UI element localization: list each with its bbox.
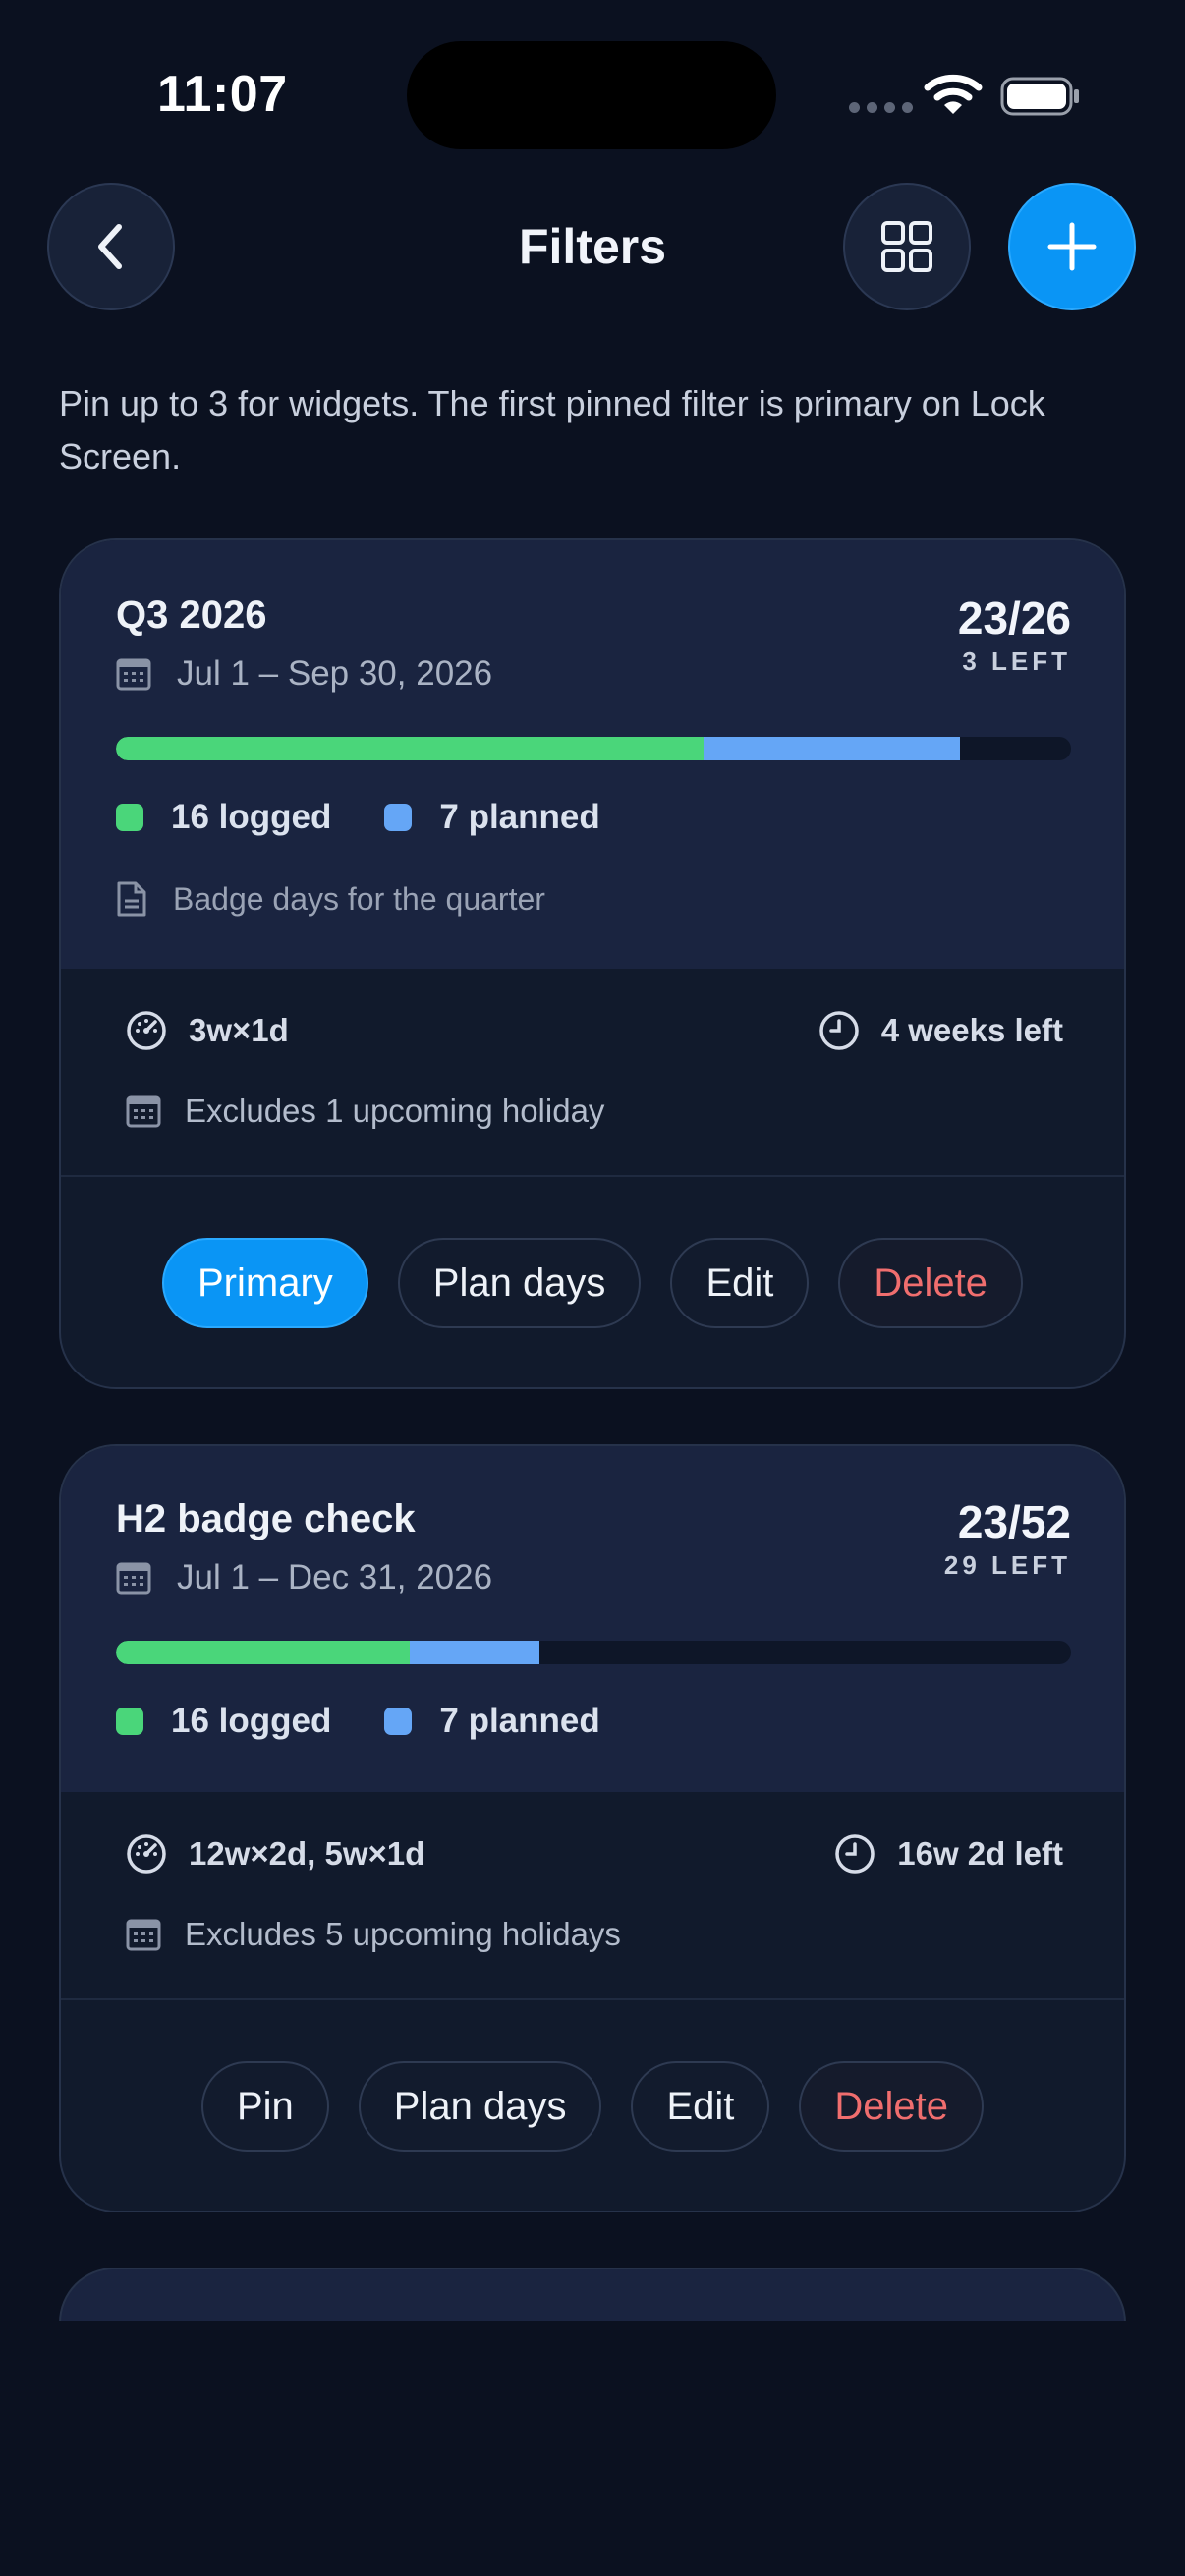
pace-row: 3w×1d 4 weeks left bbox=[126, 1010, 1063, 1051]
pace-row: 12w×2d, 5w×1d 16w 2d left bbox=[126, 1833, 1063, 1875]
add-filter-button[interactable] bbox=[1008, 183, 1136, 310]
planned-label: 7 planned bbox=[439, 1702, 600, 1740]
calendar-icon bbox=[126, 1094, 161, 1128]
logged-swatch bbox=[116, 1708, 143, 1735]
delete-button[interactable]: Delete bbox=[838, 1238, 1023, 1328]
battery-icon bbox=[1000, 77, 1081, 116]
date-range: Jul 1 – Sep 30, 2026 bbox=[177, 654, 493, 693]
date-range-row: Jul 1 – Dec 31, 2026 bbox=[116, 1558, 492, 1597]
delete-button[interactable]: Delete bbox=[799, 2061, 985, 2152]
planned-swatch bbox=[384, 1708, 413, 1735]
logged-swatch bbox=[116, 804, 143, 831]
progress-logged bbox=[116, 1641, 411, 1664]
planned-label: 7 planned bbox=[439, 798, 600, 836]
calendar-icon bbox=[126, 1918, 161, 1951]
page-description: Pin up to 3 for widgets. The first pinne… bbox=[59, 383, 1045, 476]
clock-icon bbox=[834, 1833, 875, 1875]
dynamic-island bbox=[407, 41, 776, 149]
speedometer-icon bbox=[126, 1833, 167, 1875]
count-value: 23/26 bbox=[957, 592, 1071, 644]
edit-button[interactable]: Edit bbox=[670, 1238, 810, 1328]
pace-value: 12w×2d, 5w×1d bbox=[189, 1835, 425, 1872]
calendar-icon bbox=[116, 657, 151, 691]
count-left: 29 LEFT bbox=[943, 1550, 1071, 1580]
progress-logged bbox=[116, 737, 704, 760]
count-left: 3 LEFT bbox=[962, 646, 1071, 676]
filter-actions: Pin Plan days Edit Delete bbox=[61, 2061, 1124, 2152]
filter-title: Q3 2026 bbox=[116, 593, 267, 637]
background bbox=[0, 2321, 1185, 2576]
filter-count: 23/26 3 LEFT bbox=[958, 591, 1071, 677]
filter-count: 23/52 29 LEFT bbox=[944, 1495, 1071, 1581]
exclusions-row: Excludes 1 upcoming holiday bbox=[126, 1092, 604, 1130]
exclusions-text: Excludes 5 upcoming holidays bbox=[185, 1916, 621, 1952]
time-left: 4 weeks left bbox=[880, 1012, 1063, 1048]
progress-legend: 16 logged 7 planned bbox=[116, 1702, 600, 1741]
filter-card[interactable]: H2 badge check 23/52 29 LEFT Jul 1 – Dec… bbox=[59, 1444, 1126, 2212]
logged-label: 16 logged bbox=[171, 1702, 332, 1740]
divider bbox=[61, 1998, 1124, 2000]
filter-card-partial[interactable] bbox=[59, 2268, 1126, 2323]
exclusions-row: Excludes 5 upcoming holidays bbox=[126, 1916, 621, 1953]
plan-days-button[interactable]: Plan days bbox=[358, 2061, 602, 2152]
planned-swatch bbox=[384, 804, 413, 831]
grid-icon bbox=[880, 220, 933, 273]
edit-button[interactable]: Edit bbox=[631, 2061, 770, 2152]
plus-icon bbox=[1046, 221, 1098, 272]
count-value: 23/52 bbox=[957, 1496, 1071, 1547]
pace-value: 3w×1d bbox=[189, 1012, 289, 1048]
pin-button[interactable]: Pin bbox=[200, 2061, 329, 2152]
time-left: 16w 2d left bbox=[897, 1835, 1063, 1872]
primary-button[interactable]: Primary bbox=[161, 1238, 368, 1328]
progress-bar bbox=[116, 1641, 1071, 1664]
wifi-icon bbox=[924, 73, 983, 116]
progress-legend: 16 logged 7 planned bbox=[116, 798, 600, 837]
exclusions-text: Excludes 1 upcoming holiday bbox=[185, 1092, 605, 1129]
filter-card-summary: Q3 2026 23/26 3 LEFT Jul 1 – Sep 30, 202… bbox=[61, 540, 1124, 969]
filter-note: Badge days for the quarter bbox=[173, 880, 545, 917]
speedometer-icon bbox=[126, 1010, 167, 1051]
plan-days-button[interactable]: Plan days bbox=[397, 1238, 642, 1328]
calendar-icon bbox=[116, 1561, 151, 1595]
logged-label: 16 logged bbox=[171, 798, 332, 836]
filter-actions: Primary Plan days Edit Delete bbox=[61, 1238, 1124, 1328]
filter-card-summary: H2 badge check 23/52 29 LEFT Jul 1 – Dec… bbox=[61, 1446, 1124, 1792]
date-range: Jul 1 – Dec 31, 2026 bbox=[177, 1558, 493, 1596]
status-time: 11:07 bbox=[157, 66, 288, 123]
progress-bar bbox=[116, 737, 1071, 760]
document-icon bbox=[116, 880, 147, 918]
grid-view-button[interactable] bbox=[843, 183, 971, 310]
filter-card[interactable]: Q3 2026 23/26 3 LEFT Jul 1 – Sep 30, 202… bbox=[59, 538, 1126, 1389]
progress-planned bbox=[703, 737, 961, 760]
divider bbox=[61, 1175, 1124, 1177]
progress-planned bbox=[410, 1641, 539, 1664]
cellular-signal-icon bbox=[849, 102, 913, 113]
note-row: Badge days for the quarter bbox=[116, 880, 545, 918]
date-range-row: Jul 1 – Sep 30, 2026 bbox=[116, 654, 492, 694]
clock-icon bbox=[818, 1010, 860, 1051]
filter-title: H2 badge check bbox=[116, 1497, 416, 1540]
